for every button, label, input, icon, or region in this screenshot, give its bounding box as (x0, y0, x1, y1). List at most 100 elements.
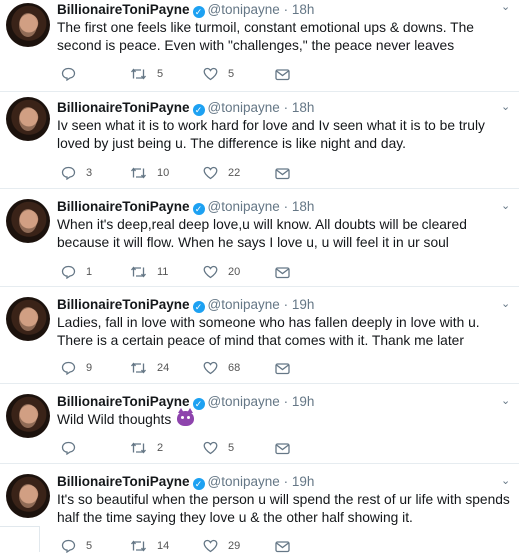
timestamp[interactable]: 18h (292, 100, 315, 115)
chevron-down-icon[interactable]: ⌄ (501, 474, 511, 487)
chevron-down-icon[interactable]: ⌄ (501, 0, 511, 13)
tweet[interactable]: BillionaireToniPayne ✓ @tonipayne · 19h ⌄ … (0, 384, 519, 464)
display-name[interactable]: BillionaireToniPayne (57, 2, 190, 17)
heart-icon (203, 441, 218, 455)
like-count: 5 (228, 442, 235, 454)
like-button[interactable]: 5 (203, 440, 234, 456)
verified-badge-icon: ✓ (192, 398, 205, 410)
separator-dot: · (283, 100, 289, 115)
like-count: 68 (228, 362, 241, 374)
tweet-feed: BillionaireToniPayne ✓ @tonipayne · 18h ⌄ … (0, 0, 519, 554)
timestamp[interactable]: 19h (292, 297, 315, 312)
reply-button[interactable] (61, 440, 86, 456)
retweet-button[interactable]: 14 (130, 538, 169, 554)
reply-count: 9 (86, 362, 93, 374)
reply-button[interactable]: 3 (61, 165, 92, 181)
timestamp[interactable]: 18h (292, 2, 315, 17)
avatar[interactable] (6, 394, 50, 438)
like-count: 20 (228, 266, 241, 278)
display-name[interactable]: BillionaireToniPayne (57, 199, 190, 214)
avatar[interactable] (6, 474, 50, 518)
user-handle[interactable]: @tonipayne (208, 100, 280, 115)
user-handle[interactable]: @tonipayne (208, 2, 280, 17)
timestamp[interactable]: 19h (292, 474, 315, 489)
verified-badge-icon: ✓ (192, 104, 205, 116)
chevron-down-icon[interactable]: ⌄ (501, 199, 511, 212)
retweet-button[interactable]: 2 (130, 440, 163, 456)
tweet-text: Wild Wild thoughts (57, 412, 172, 427)
reply-icon (61, 67, 76, 81)
retweet-count: 11 (157, 266, 169, 278)
retweet-button[interactable]: 24 (130, 360, 169, 376)
user-handle[interactable]: @tonipayne (208, 297, 280, 312)
display-name[interactable]: BillionaireToniPayne (57, 297, 190, 312)
like-button[interactable]: 22 (203, 165, 240, 181)
tweet-header: BillionaireToniPayne ✓ @tonipayne · 19h (57, 296, 314, 313)
reply-button[interactable]: 5 (61, 538, 92, 554)
chevron-down-icon[interactable]: ⌄ (501, 394, 511, 407)
direct-message-button[interactable] (275, 440, 290, 456)
timestamp[interactable]: 18h (292, 199, 315, 214)
tweet[interactable]: BillionaireToniPayne ✓ @tonipayne · 18h ⌄ … (0, 92, 519, 189)
reply-button[interactable]: 9 (61, 360, 92, 376)
display-name[interactable]: BillionaireToniPayne (57, 474, 190, 489)
like-button[interactable]: 68 (203, 360, 240, 376)
chevron-down-icon[interactable]: ⌄ (501, 100, 511, 113)
avatar[interactable] (6, 297, 50, 341)
tweet-text: The first one feels like turmoil, consta… (57, 20, 474, 53)
reply-button[interactable]: 1 (61, 264, 92, 280)
envelope-icon (275, 266, 290, 278)
tweet-actions: 9 24 68 (57, 360, 357, 376)
avatar[interactable] (6, 97, 50, 141)
direct-message-button[interactable] (275, 264, 290, 280)
tweet[interactable]: BillionaireToniPayne ✓ @tonipayne · 19h ⌄ … (0, 287, 519, 384)
separator-dot: · (283, 199, 289, 214)
tweet[interactable]: BillionaireToniPayne ✓ @tonipayne · 19h ⌄ … (0, 464, 519, 554)
reply-count: 1 (86, 266, 93, 278)
retweet-icon (130, 266, 147, 278)
like-count: 22 (228, 167, 241, 179)
direct-message-button[interactable] (275, 360, 290, 376)
tweet-header: BillionaireToniPayne ✓ @tonipayne · 19h (57, 473, 314, 490)
avatar[interactable] (6, 199, 50, 243)
tweet-text: It's so beautiful when the person u will… (57, 492, 510, 525)
user-handle[interactable]: @tonipayne (208, 474, 280, 489)
like-button[interactable]: 29 (203, 538, 240, 554)
display-name[interactable]: BillionaireToniPayne (57, 100, 190, 115)
separator-dot: · (283, 297, 289, 312)
tweet-actions: 2 5 (57, 440, 357, 456)
tweet-header: BillionaireToniPayne ✓ @tonipayne · 18h (57, 1, 314, 18)
display-name[interactable]: BillionaireToniPayne (57, 394, 190, 409)
tweet-actions: 3 10 22 (57, 165, 357, 181)
tweet[interactable]: BillionaireToniPayne ✓ @tonipayne · 18h ⌄ … (0, 189, 519, 287)
retweet-button[interactable]: 10 (130, 165, 169, 181)
timestamp[interactable]: 19h (292, 394, 315, 409)
tweet-header: BillionaireToniPayne ✓ @tonipayne · 18h (57, 99, 314, 116)
retweet-button[interactable]: 5 (130, 66, 163, 82)
envelope-icon (275, 167, 290, 179)
direct-message-button[interactable] (275, 538, 290, 554)
user-handle[interactable]: @tonipayne (208, 394, 280, 409)
retweet-icon (130, 167, 147, 179)
like-button[interactable]: 5 (203, 66, 234, 82)
retweet-button[interactable]: 11 (130, 264, 168, 280)
reply-button[interactable] (61, 66, 86, 82)
reply-icon (61, 265, 76, 279)
retweet-count: 24 (157, 362, 170, 374)
user-handle[interactable]: @tonipayne (208, 199, 280, 214)
retweet-icon (130, 68, 147, 80)
separator-dot: · (283, 2, 289, 17)
heart-icon (203, 265, 218, 279)
direct-message-button[interactable] (275, 66, 290, 82)
like-button[interactable]: 20 (203, 264, 240, 280)
like-count: 29 (228, 540, 241, 552)
avatar[interactable] (6, 3, 50, 47)
tweet[interactable]: BillionaireToniPayne ✓ @tonipayne · 18h ⌄ … (0, 0, 519, 92)
verified-badge-icon: ✓ (192, 6, 205, 18)
chevron-down-icon[interactable]: ⌄ (501, 297, 511, 310)
tweet-actions: 5 5 (57, 66, 357, 82)
retweet-count: 14 (157, 540, 170, 552)
reply-count: 5 (86, 540, 93, 552)
separator-dot: · (283, 474, 289, 489)
direct-message-button[interactable] (275, 165, 290, 181)
